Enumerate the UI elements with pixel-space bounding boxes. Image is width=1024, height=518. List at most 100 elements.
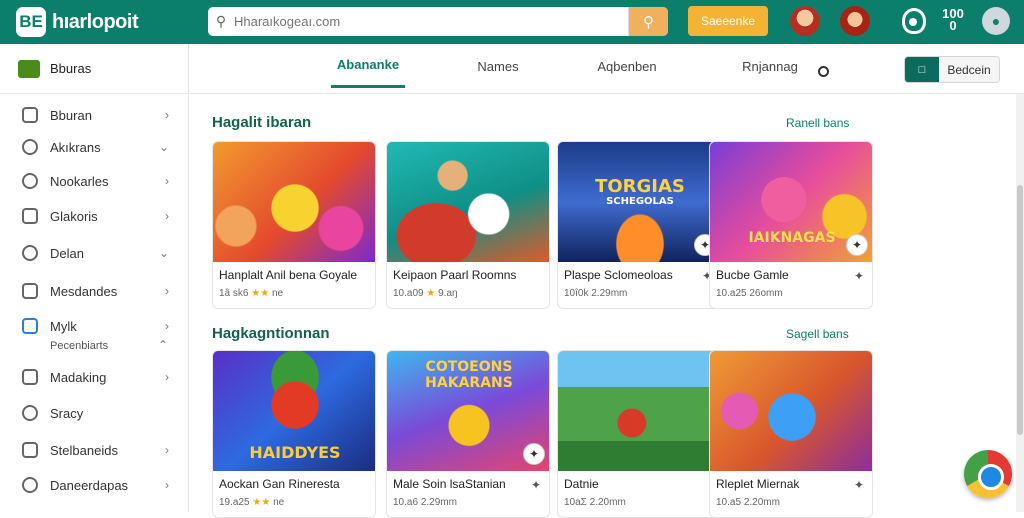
sidebar-header[interactable]: Bburas xyxy=(0,44,188,94)
search-bar: ⚲ ⚲ xyxy=(208,7,668,36)
search-icon: ⚲ xyxy=(215,13,227,29)
book-icon xyxy=(22,107,38,123)
rating-stars: ★★ xyxy=(251,288,270,299)
header-cta-button[interactable]: Saeeenke xyxy=(688,6,768,36)
search-icon xyxy=(22,405,38,421)
badge-icon: ✦ xyxy=(846,234,868,256)
sidebar-item-label: Sracy xyxy=(50,405,84,421)
avatar[interactable] xyxy=(840,6,870,36)
game-title: Plaspe Sclomeoloas xyxy=(564,268,673,282)
app-icon xyxy=(22,318,38,334)
chevron-down-icon: ⌄ xyxy=(158,140,169,154)
game-thumbnail: IAIKNAGAS ✦ xyxy=(710,142,872,262)
game-card[interactable]: Rleplet Miernak ✦ 10.a5 2.20mm xyxy=(709,350,873,518)
badge-icon: ✦ xyxy=(523,443,545,465)
sidebar-item-stelbaneids[interactable]: Stelbaneids › xyxy=(0,435,189,465)
user-icon: ● xyxy=(991,13,1001,29)
chevron-right-icon: › xyxy=(165,319,169,333)
game-meta: 10.a25 26omm xyxy=(716,288,783,299)
sidebar-item-mylk[interactable]: Mylk › xyxy=(0,311,189,341)
game-thumbnail xyxy=(558,351,720,471)
tab-bar: Abananke Names Aqbenben Rnjannag □ Bedce… xyxy=(190,44,1024,94)
game-card[interactable]: IAIKNAGAS ✦ Bucbe Gamle ✦ 10.a25 26omm xyxy=(709,141,873,309)
logo-icon: BE xyxy=(16,7,46,37)
more-icon[interactable] xyxy=(818,66,829,77)
magnifier-icon: ⚲ xyxy=(643,13,654,31)
share-icon[interactable]: ✦ xyxy=(531,478,541,492)
game-meta: 10.a5 2.20mm xyxy=(716,497,780,508)
game-title: Keipaon Paarl Roomns xyxy=(393,268,517,282)
tab-abananke[interactable]: Abananke xyxy=(331,44,405,88)
chevron-right-icon: › xyxy=(165,370,169,384)
game-meta: 10î0k 2.29mm xyxy=(564,288,628,299)
game-meta: 1â sk6 ★★ ne xyxy=(219,288,284,299)
chevron-right-icon: › xyxy=(165,108,169,122)
game-title: Aockan Gan Rineresta xyxy=(219,477,340,491)
search-button[interactable]: ⚲ xyxy=(628,7,668,36)
view-toggle[interactable]: □ Bedcein xyxy=(904,56,1000,83)
share-icon[interactable]: ✦ xyxy=(854,478,864,492)
avatar[interactable] xyxy=(790,6,820,36)
game-title: Bucbe Gamle xyxy=(716,268,789,282)
tab-rnjannag[interactable]: Rnjannag xyxy=(738,44,802,88)
stat-sub: 0 xyxy=(949,18,957,33)
game-title: Hanplalt Anil bena Goyale xyxy=(219,268,358,282)
section-title: Hagkagntionnan xyxy=(212,325,330,342)
game-thumbnail: TORGIAS SCHEGOLAS ✦ xyxy=(558,142,720,262)
sidebar-item-daneerdapas[interactable]: Daneerdapas › xyxy=(0,470,189,500)
sidebar-header-label: Bburas xyxy=(50,61,92,76)
search-input[interactable] xyxy=(234,14,628,29)
game-art-title: TORGIAS xyxy=(595,176,685,197)
game-card[interactable]: HAIDDYES Aockan Gan Rineresta 19.a25 ★★ … xyxy=(212,350,376,518)
sidebar-item-mesdandes[interactable]: Mesdandes › xyxy=(0,276,189,306)
sidebar-item-akikrans[interactable]: Akıkrans ⌄ xyxy=(0,132,189,162)
game-thumbnail xyxy=(213,142,375,262)
browser-fab-icon[interactable] xyxy=(964,450,1012,498)
game-card[interactable]: COTOEONS HAKARANS ✦ Male Soin lsaStanian… xyxy=(386,350,550,518)
chevron-right-icon: › xyxy=(165,443,169,457)
app-name: hıarlopoit xyxy=(52,10,139,33)
see-all-link[interactable]: Sagell bans xyxy=(786,327,849,341)
rating-stars: ★ xyxy=(426,288,436,299)
game-art-title: COTOEONS xyxy=(425,359,513,375)
tab-names[interactable]: Names xyxy=(470,44,526,88)
game-meta: 10.a09 ★ 9.aŋ xyxy=(393,288,458,299)
view-toggle-label[interactable]: Bedcein xyxy=(939,57,999,82)
game-thumbnail: HAIDDYES xyxy=(213,351,375,471)
globe-icon xyxy=(22,245,38,261)
game-art-subtitle: SCHEGOLAS xyxy=(606,196,674,207)
notification-icon[interactable] xyxy=(902,8,926,34)
sidebar-item-delan[interactable]: Delan ⌄ xyxy=(0,238,189,268)
profile-button[interactable]: ● xyxy=(982,7,1010,35)
briefcase-icon xyxy=(22,369,38,385)
sidebar-item-madaking[interactable]: Madaking › xyxy=(0,362,189,392)
sidebar-item-sracy[interactable]: Sracy xyxy=(0,398,189,428)
game-card[interactable]: Hanplalt Anil bena Goyale 1â sk6 ★★ ne xyxy=(212,141,376,309)
game-meta: 19.a25 ★★ ne xyxy=(219,497,285,508)
game-card[interactable]: TORGIAS SCHEGOLAS ✦ Plaspe Sclomeoloas ✦… xyxy=(557,141,721,309)
grid-view-icon[interactable]: □ xyxy=(905,57,939,82)
chevron-right-icon: › xyxy=(165,209,169,223)
game-art-title: HAIDDYES xyxy=(249,443,341,462)
chart-icon xyxy=(22,208,38,224)
game-thumbnail xyxy=(387,142,549,262)
chevron-right-icon: › xyxy=(165,478,169,492)
sidebar-subitem-label[interactable]: Pecenbiarts xyxy=(50,340,108,352)
sidebar-item-bburan[interactable]: Bburan › xyxy=(0,100,189,130)
see-all-link[interactable]: Ranell bans xyxy=(786,116,849,130)
game-card[interactable]: Datnie 10aΣ 2.20mm xyxy=(557,350,721,518)
sidebar-item-glakoris[interactable]: Glakoris › xyxy=(0,201,189,231)
tab-aqbenben[interactable]: Aqbenben xyxy=(594,44,660,88)
game-card[interactable]: Keipaon Paarl Roomns 10.a09 ★ 9.aŋ xyxy=(386,141,550,309)
game-thumbnail: COTOEONS HAKARANS ✦ xyxy=(387,351,549,471)
game-title: Male Soin lsaStanian xyxy=(393,477,506,491)
share-icon[interactable]: ✦ xyxy=(854,269,864,283)
heart-icon xyxy=(22,139,38,155)
rating-stars: ★★ xyxy=(252,497,271,508)
scrollbar-thumb[interactable] xyxy=(1017,185,1023,435)
camera-icon xyxy=(22,283,38,299)
game-title: Datnie xyxy=(564,477,599,491)
sidebar-item-nookarles[interactable]: Nookarles › xyxy=(0,166,189,196)
app-logo[interactable]: BE hıarlopoit xyxy=(16,7,139,37)
chevron-up-icon: ⌃ xyxy=(157,338,168,352)
